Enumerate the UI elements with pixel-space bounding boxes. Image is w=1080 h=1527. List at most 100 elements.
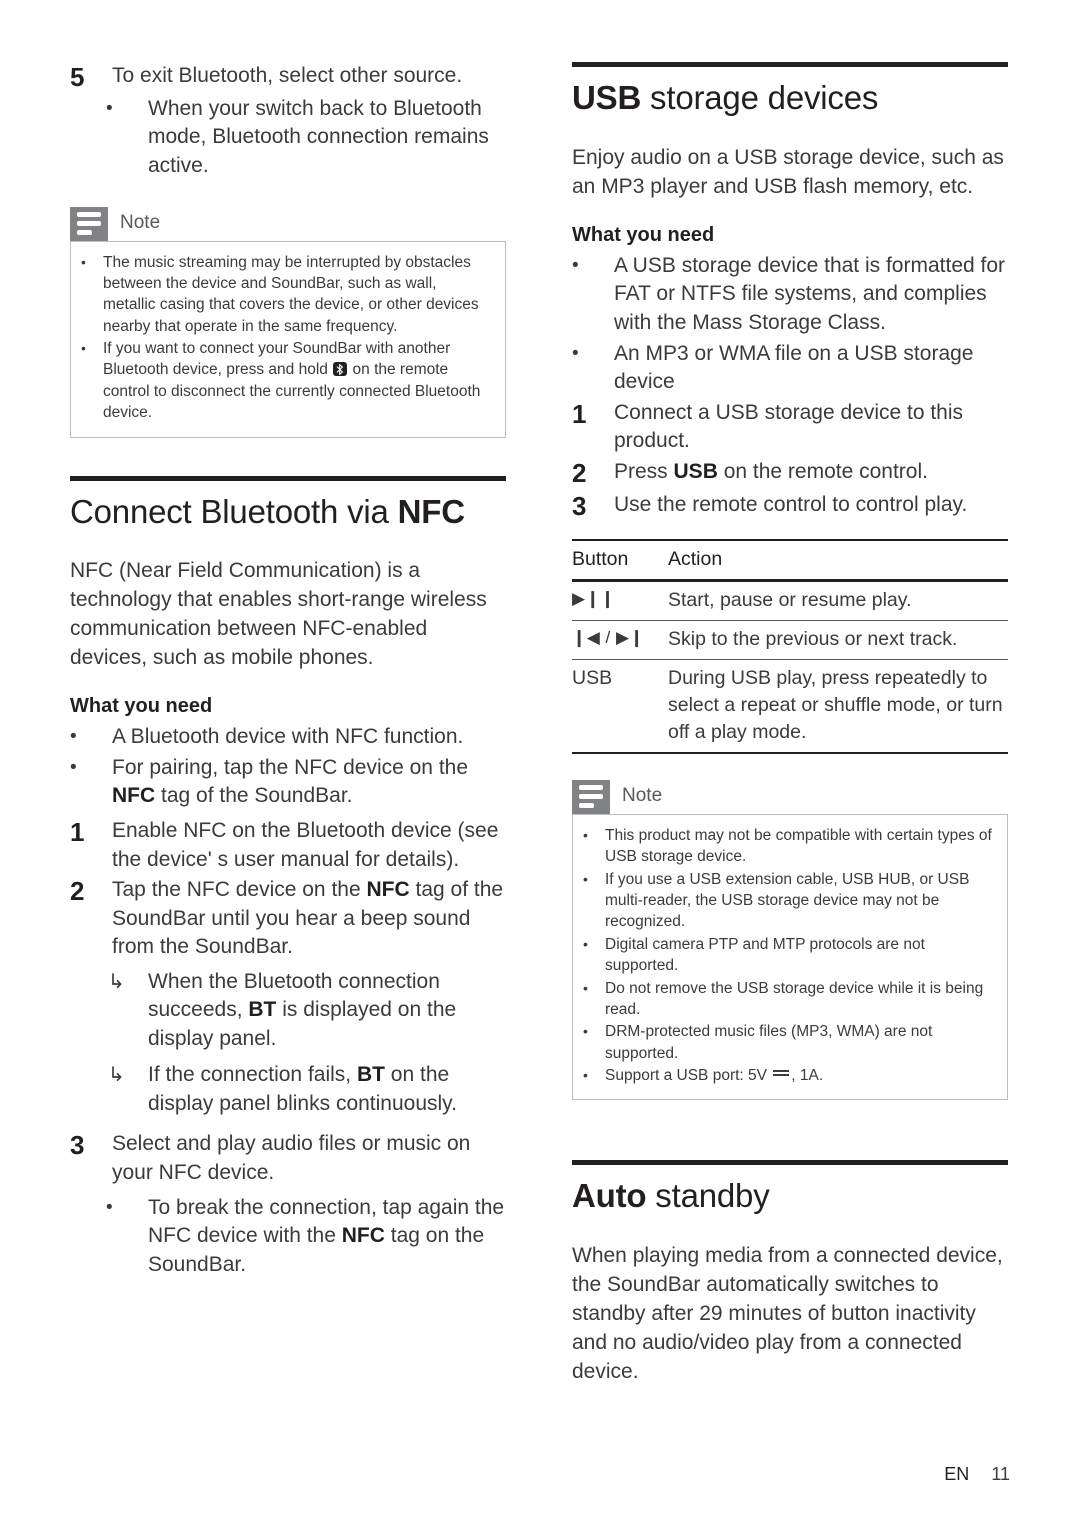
table-header-row: Button Action <box>572 540 1008 583</box>
table-row: ❙◀ / ▶❙ Skip to the previous or next tra… <box>572 620 1008 661</box>
note-bullet-text: DRM-protected music files (MP3, WMA) are… <box>605 1023 933 1062</box>
usb-intro-text: Enjoy audio on a USB storage device, suc… <box>572 145 1004 198</box>
table-row: ▶❙❙ Start, pause or resume play. <box>572 580 1008 622</box>
note-bullet-text: Support a USB port: 5V , 1A. <box>605 1067 824 1085</box>
step-text: To exit Bluetooth, select other source. <box>112 64 463 87</box>
step-number: 2 <box>572 457 587 488</box>
auto-standby-body: When playing media from a connected devi… <box>572 1244 1003 1384</box>
right-column: USB storage devices Enjoy audio on a USB… <box>572 62 1008 1407</box>
table-cell-action: Skip to the previous or next track. <box>668 620 1008 661</box>
sub-bullet-text: When your switch back to Bluetooth mode,… <box>148 96 489 177</box>
result-text: When the Bluetooth connection succeeds, … <box>148 969 457 1050</box>
step-number: 3 <box>572 490 587 521</box>
step-5-block: 5 To exit Bluetooth, select other source… <box>70 62 506 181</box>
numbered-step: 5 To exit Bluetooth, select other source… <box>70 62 506 93</box>
table-body: ▶❙❙ Start, pause or resume play. ❙◀ / ▶❙… <box>572 580 1008 754</box>
result-item: ↳ If the connection fails, BT on the dis… <box>70 1061 506 1118</box>
previous-next-track-icon: ❙◀ / ▶❙ <box>572 620 668 661</box>
usb-section: USB storage devices Enjoy audio on a USB… <box>572 62 1008 754</box>
table-cell-button-usb: USB <box>572 659 668 754</box>
sub-bullet: • To break the connection, tap again the… <box>70 1194 506 1280</box>
table-row: USB During USB play, press repeatedly to… <box>572 659 1008 754</box>
column-header-action: Action <box>668 540 1008 583</box>
note-header: Note <box>70 206 506 241</box>
numbered-step: 1 Connect a USB storage device to this p… <box>572 399 1008 456</box>
section-rule <box>572 1160 1008 1166</box>
usb-requirements-list: • A USB storage device that is formatted… <box>572 252 1008 397</box>
bullet-marker: • <box>70 726 77 748</box>
bullet-marker: • <box>583 826 588 843</box>
what-you-need-heading: What you need <box>70 695 213 718</box>
manual-page: 5 To exit Bluetooth, select other source… <box>0 0 1080 1527</box>
note-box-usb: Note • This product may not be compatibl… <box>572 779 1008 1101</box>
requirement-text: A Bluetooth device with NFC function. <box>112 725 464 749</box>
note-body: • The music streaming may be interrupted… <box>70 240 506 438</box>
numbered-step: 1 Enable NFC on the Bluetooth device (se… <box>70 817 506 874</box>
note-bullet-text: If you want to connect your SoundBar wit… <box>103 340 481 422</box>
bullet-marker: • <box>583 1023 588 1040</box>
list-item: • For pairing, tap the NFC device on the… <box>70 754 506 811</box>
bullet-marker: • <box>106 1196 113 1218</box>
bullet-marker: • <box>81 340 86 357</box>
page-title-usb: USB storage devices <box>572 79 879 116</box>
list-item: • An MP3 or WMA file on a USB storage de… <box>572 340 1008 397</box>
play-pause-icon: ▶❙❙ <box>572 580 668 622</box>
result-item: ↳ When the Bluetooth connection succeeds… <box>70 968 506 1054</box>
requirement-text: An MP3 or WMA file on a USB storage devi… <box>614 341 974 394</box>
page-title-nfc: Connect Bluetooth via NFC <box>70 492 465 530</box>
page-footer: EN 11 <box>944 1464 1010 1485</box>
note-bullet-text: If you use a USB extension cable, USB HU… <box>605 870 970 931</box>
note-header: Note <box>572 779 1008 814</box>
requirement-text: For pairing, tap the NFC device on the N… <box>112 755 469 808</box>
note-bullet: • If you want to connect your SoundBar w… <box>81 338 491 424</box>
note-bullet-text: Digital camera PTP and MTP protocols are… <box>605 935 925 975</box>
arrow-marker: ↳ <box>108 970 125 993</box>
bullet-marker: • <box>70 756 77 778</box>
bullet-marker: • <box>81 253 86 270</box>
note-lines-icon <box>70 206 108 241</box>
note-bullet-text: The music streaming may be interrupted b… <box>103 253 479 335</box>
step-text: Press USB on the remote control. <box>614 459 928 483</box>
table-cell-action: During USB play, press repeatedly to sel… <box>668 659 1008 754</box>
sub-bullet: • When your switch back to Bluetooth mod… <box>70 95 506 181</box>
note-bullet: • Support a USB port: 5V , 1A. <box>583 1065 993 1086</box>
footer-language: EN <box>944 1464 970 1484</box>
nfc-requirements-list: • A Bluetooth device with NFC function. … <box>70 723 506 811</box>
note-title: Note <box>120 211 161 233</box>
note-bullet: • The music streaming may be interrupted… <box>81 252 491 338</box>
usb-button-action-table: Button Action ▶❙❙ Start, pause or resume… <box>572 539 1008 754</box>
step-text: Connect a USB storage device to this pro… <box>614 400 964 453</box>
column-header-button: Button <box>572 540 668 583</box>
step-text: Select and play audio files or music on … <box>112 1132 471 1184</box>
table-cell-action: Start, pause or resume play. <box>668 580 1008 622</box>
result-text: If the connection fails, BT on the displ… <box>148 1063 457 1115</box>
step-number: 5 <box>70 62 85 92</box>
bluetooth-icon <box>333 362 348 377</box>
step-text: Enable NFC on the Bluetooth device (see … <box>112 818 499 871</box>
section-rule <box>572 62 1008 67</box>
note-bullet-text: This product may not be compatible with … <box>605 826 992 866</box>
list-item: • A USB storage device that is formatted… <box>572 252 1008 338</box>
nfc-intro-text: NFC (Near Field Communication) is a tech… <box>70 559 487 670</box>
what-you-need-heading: What you need <box>572 223 715 246</box>
bullet-marker: • <box>583 979 588 996</box>
left-column: 5 To exit Bluetooth, select other source… <box>70 62 506 1283</box>
sub-bullet-text: To break the connection, tap again the N… <box>148 1195 505 1276</box>
numbered-step: 2 Press USB on the remote control. <box>572 458 1008 489</box>
numbered-step: 3 Use the remote control to control play… <box>572 491 1008 522</box>
usb-steps-list: 1 Connect a USB storage device to this p… <box>572 399 1008 522</box>
footer-page-number: 11 <box>991 1464 1010 1484</box>
step-text: Tap the NFC device on the NFC tag of the… <box>112 878 504 959</box>
note-title: Note <box>622 784 663 806</box>
bullet-marker: • <box>583 870 588 887</box>
note-bullet: • Digital camera PTP and MTP protocols a… <box>583 934 993 977</box>
arrow-marker: ↳ <box>108 1064 125 1087</box>
numbered-step: 3 Select and play audio files or music o… <box>70 1130 506 1187</box>
step-number: 3 <box>70 1130 85 1161</box>
bullet-marker: • <box>572 342 579 364</box>
note-bullet: • DRM-protected music files (MP3, WMA) a… <box>583 1021 993 1064</box>
note-bullet: • If you use a USB extension cable, USB … <box>583 869 993 933</box>
step-number: 2 <box>70 876 85 907</box>
bullet-marker: • <box>572 254 579 276</box>
dc-power-icon <box>773 1070 790 1078</box>
